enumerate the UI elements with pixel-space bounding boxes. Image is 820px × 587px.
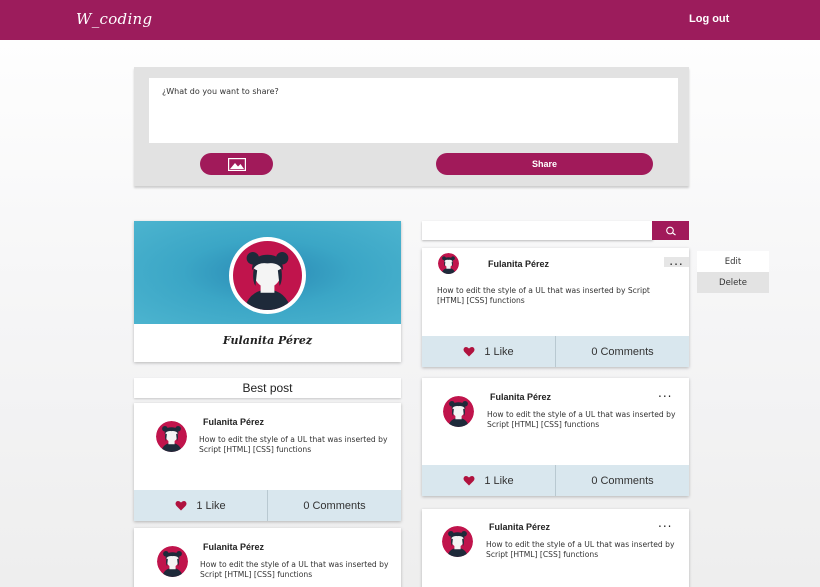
heart-icon [175, 500, 187, 511]
search-icon [665, 226, 676, 235]
search-input[interactable] [422, 221, 653, 240]
user-avatar-icon[interactable] [443, 396, 474, 427]
top-navbar: W_coding Log out [0, 0, 820, 40]
search-button[interactable] [652, 221, 689, 240]
post-author: Fulanita Pérez [489, 522, 551, 532]
user-avatar-icon [233, 241, 302, 310]
post-options-button[interactable]: ... [658, 517, 672, 529]
comments-button[interactable]: 0 Comments [267, 490, 401, 521]
like-count: 1 Like [484, 345, 514, 358]
post-footer: 1 Like 0 Comments [422, 465, 689, 496]
profile-name: Fulanita Pérez [222, 334, 313, 347]
delete-menu-item[interactable]: Delete [697, 272, 769, 293]
user-avatar-icon[interactable] [438, 253, 459, 274]
add-image-button[interactable] [200, 153, 273, 175]
best-post-card: Fulanita Pérez How to edit the style of … [134, 403, 401, 521]
share-input[interactable] [149, 78, 678, 143]
app-logo[interactable]: W_coding [76, 10, 152, 28]
profile-card: Fulanita Pérez [134, 221, 401, 362]
comments-button[interactable]: 0 Comments [555, 465, 689, 496]
feed-post-card: Fulanita Pérez ... How to edit the style… [422, 378, 689, 496]
post-text: How to edit the style of a UL that was i… [200, 560, 389, 579]
logout-button[interactable]: Log out [689, 13, 729, 25]
share-button[interactable]: Share [436, 153, 653, 175]
post-author: Fulanita Pérez [490, 392, 552, 402]
heart-icon [463, 475, 475, 486]
post-options-button[interactable]: ... [664, 255, 689, 267]
like-count: 1 Like [196, 499, 226, 512]
heart-icon [463, 346, 475, 357]
user-avatar-icon[interactable] [442, 526, 473, 557]
like-button[interactable]: 1 Like [422, 465, 555, 496]
user-avatar-icon[interactable] [156, 421, 187, 452]
post-footer: 1 Like 0 Comments [422, 336, 689, 367]
user-avatar-icon[interactable] [157, 546, 188, 577]
feed-post-card: Fulanita Pérez ... How to edit the style… [422, 248, 689, 367]
like-button[interactable]: 1 Like [422, 336, 555, 367]
image-icon [227, 157, 246, 171]
feed-post-card: Fulanita Pérez ... How to edit the style… [422, 509, 689, 587]
post-composer: Share [134, 67, 689, 186]
profile-avatar[interactable] [229, 237, 306, 314]
post-options-button[interactable]: ... [658, 387, 672, 399]
post-text: How to edit the style of a UL that was i… [486, 540, 675, 559]
post-author: Fulanita Pérez [203, 542, 265, 552]
post-text: How to edit the style of a UL that was i… [437, 286, 650, 305]
best-post-heading: Best post [134, 378, 401, 398]
post-author: Fulanita Pérez [488, 259, 550, 269]
like-count: 1 Like [484, 474, 514, 487]
post-author: Fulanita Pérez [203, 417, 265, 427]
like-button[interactable]: 1 Like [134, 490, 267, 521]
post-footer: 1 Like 0 Comments [134, 490, 401, 521]
best-post-card: Fulanita Pérez How to edit the style of … [134, 528, 401, 587]
comments-button[interactable]: 0 Comments [555, 336, 689, 367]
post-text: How to edit the style of a UL that was i… [487, 410, 676, 429]
edit-menu-item[interactable]: Edit [697, 251, 769, 272]
post-text: How to edit the style of a UL that was i… [199, 435, 388, 454]
